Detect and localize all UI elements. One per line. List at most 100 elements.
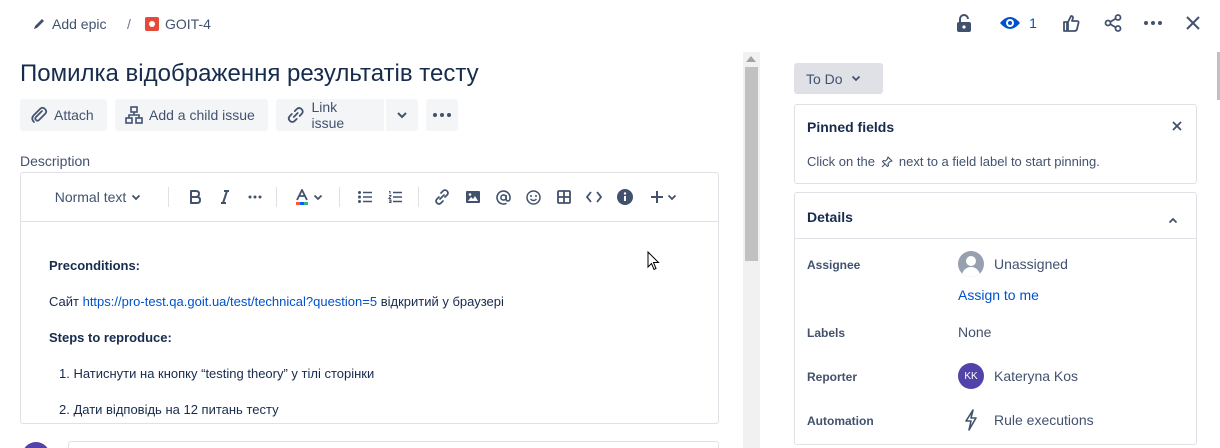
text-style-dropdown[interactable]: Normal text: [51, 187, 145, 207]
labels-text: None: [958, 324, 992, 340]
automation-value[interactable]: Rule executions: [958, 409, 1094, 431]
chevron-down-icon: [313, 194, 323, 200]
like-button[interactable]: [1061, 11, 1081, 35]
numbered-list-button[interactable]: [385, 187, 405, 207]
description-label: Description: [20, 153, 91, 169]
automation-label: Automation: [807, 414, 874, 428]
share-icon: [1104, 14, 1122, 32]
chevron-down-icon: [667, 194, 676, 200]
more-actions-toolbar-button[interactable]: [426, 99, 458, 131]
reporter-label: Reporter: [807, 370, 858, 384]
insert-image-button[interactable]: [463, 187, 483, 207]
bullet-list-icon: [358, 191, 372, 203]
chevron-up-icon: [1168, 217, 1178, 224]
insert-more-button[interactable]: [648, 187, 678, 207]
watch-button[interactable]: 1: [998, 11, 1038, 35]
bug-icon: [145, 17, 159, 31]
assign-to-me-link[interactable]: Assign to me: [958, 287, 1039, 303]
reporter-text: Kateryna Kos: [994, 368, 1079, 384]
avatar: [22, 442, 50, 448]
insert-table-button[interactable]: [554, 187, 574, 207]
info-panel-button[interactable]: [615, 187, 635, 207]
assignee-value[interactable]: Unassigned: [958, 251, 1068, 277]
chevron-down-icon: [132, 194, 141, 200]
issue-key-label: GOIT-4: [165, 16, 211, 32]
attach-label: Attach: [54, 107, 94, 123]
assignee-text: Unassigned: [994, 256, 1068, 272]
test-url-link[interactable]: https://pro-test.qa.goit.ua/test/technic…: [83, 294, 378, 309]
collapse-details-button[interactable]: [1168, 211, 1178, 227]
issue-title[interactable]: Помилка відображення результатів тесту: [20, 60, 479, 88]
site-suffix: відкритий у браузері: [377, 294, 504, 309]
site-prefix: Сайт: [49, 294, 83, 309]
step-item: 2. Дати відповідь на 12 питань тесту: [59, 402, 279, 417]
link-issue-label: Link issue: [311, 99, 345, 131]
toolbar-divider: [276, 187, 277, 207]
pencil-icon: [34, 19, 44, 29]
more-formatting-button[interactable]: [245, 187, 265, 207]
text-color-button[interactable]: [293, 187, 325, 207]
table-icon: [557, 190, 571, 204]
italic-button[interactable]: [215, 187, 235, 207]
reporter-value[interactable]: KK Kateryna Kos: [958, 363, 1078, 389]
close-pinned-button[interactable]: [1172, 118, 1182, 134]
breadcrumb-separator: /: [127, 16, 131, 32]
close-button[interactable]: [1183, 11, 1203, 35]
unlock-icon: [957, 14, 971, 32]
comment-input[interactable]: [68, 441, 719, 448]
chevron-down-icon: [851, 75, 860, 82]
bold-button[interactable]: [185, 187, 205, 207]
add-child-issue-button[interactable]: Add a child issue: [115, 99, 268, 131]
more-icon: [433, 113, 451, 117]
watch-count: 1: [1029, 15, 1037, 31]
image-icon: [466, 191, 480, 203]
add-epic-label: Add epic: [52, 16, 107, 32]
more-icon: [1144, 21, 1162, 25]
share-button[interactable]: [1103, 11, 1123, 35]
add-epic-link[interactable]: Add epic: [32, 14, 106, 34]
add-child-label: Add a child issue: [149, 107, 255, 123]
description-editor[interactable]: Normal text Preconditions: Сайт https://…: [20, 172, 719, 424]
insert-link-button[interactable]: [432, 187, 452, 207]
lightning-icon: [965, 409, 977, 431]
link-issue-dropdown[interactable]: [386, 99, 418, 131]
text-color-icon: [296, 189, 308, 205]
step-item: 1. Натиснути на кнопку “testing theory” …: [59, 366, 375, 381]
emoji-button[interactable]: [523, 187, 543, 207]
link-issue-button[interactable]: Link issue: [276, 99, 384, 131]
toolbar-divider: [418, 187, 419, 207]
chevron-down-icon: [397, 112, 407, 119]
attach-button[interactable]: Attach: [20, 99, 107, 131]
info-icon: [617, 189, 633, 205]
labels-label: Labels: [807, 326, 846, 340]
status-label: To Do: [806, 70, 843, 87]
pinned-hint-after: next to a field label to start pinning.: [898, 154, 1100, 169]
details-panel: Details Assignee Unassigned Assign to me…: [794, 192, 1197, 445]
assignee-label: Assignee: [807, 258, 861, 272]
details-header[interactable]: Details: [795, 193, 1196, 239]
scroll-up-arrow-icon[interactable]: [746, 56, 756, 62]
unassigned-avatar-icon: [958, 251, 984, 277]
issue-key-link[interactable]: GOIT-4: [145, 14, 211, 34]
preconditions-heading: Preconditions:: [49, 258, 141, 273]
code-button[interactable]: [584, 187, 604, 207]
restrict-button[interactable]: [954, 11, 974, 35]
mention-button[interactable]: [493, 187, 513, 207]
mouse-cursor-icon: [647, 251, 660, 271]
pin-icon: [881, 155, 893, 167]
pinned-hint-before: Click on the: [807, 154, 875, 169]
top-bar: Add epic / GOIT-4 1: [0, 0, 1220, 46]
toolbar-divider: [168, 187, 169, 207]
scrollbar-thumb[interactable]: [745, 67, 758, 261]
plus-icon: [650, 191, 663, 203]
code-icon: [586, 191, 602, 203]
pinned-fields-hint: Click on the next to a field label to st…: [807, 154, 1100, 169]
numbered-list-icon: [388, 191, 402, 203]
more-actions-button[interactable]: [1142, 11, 1164, 35]
status-dropdown[interactable]: To Do: [794, 63, 883, 94]
toolbar-divider: [339, 187, 340, 207]
bullet-list-button[interactable]: [355, 187, 375, 207]
more-icon: [248, 195, 262, 199]
labels-value[interactable]: None: [958, 324, 991, 340]
reporter-avatar: KK: [958, 363, 984, 389]
